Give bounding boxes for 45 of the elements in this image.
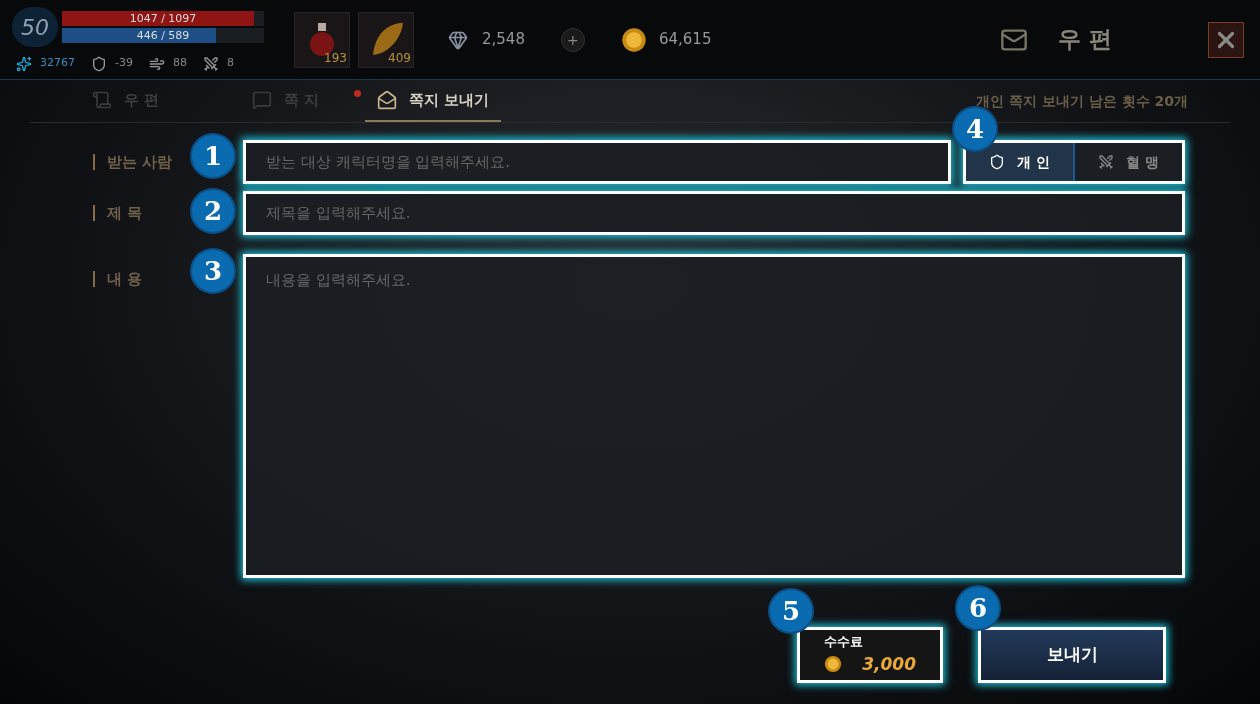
item-count: 409 — [388, 49, 411, 67]
text-field[interactable]: 받는 대상 캐릭터명을 입력해주세요. — [243, 140, 951, 184]
stat-icon — [202, 55, 219, 72]
stat-icon — [16, 55, 32, 72]
close-button[interactable] — [1208, 21, 1244, 58]
text-field[interactable]: 제목을 입력해주세요. — [243, 191, 1185, 235]
chat-bubble-icon — [252, 90, 272, 110]
coin-icon — [824, 655, 842, 674]
item-slot[interactable]: 409 — [358, 11, 414, 68]
fee-label: 수수료 — [824, 633, 863, 651]
health-bar: 1047 / 1097 — [62, 11, 264, 27]
stat-value: 32767 — [40, 55, 75, 72]
callout-number: 3 — [190, 248, 236, 294]
field-label: 제 목 — [107, 202, 143, 224]
callout-number: 2 — [190, 188, 236, 234]
item-count: 193 — [324, 49, 347, 67]
toggle-option[interactable]: 혈 맹 — [1075, 143, 1182, 181]
callout-number: 6 — [955, 585, 1001, 631]
fee-amount: 3,000 — [862, 652, 916, 676]
envelope-icon — [377, 90, 397, 110]
stat-icon — [148, 55, 165, 72]
item-slot[interactable]: 193 — [294, 11, 350, 68]
currency-amount: 64,615 — [658, 29, 712, 51]
crossed-swords-icon — [1098, 154, 1115, 170]
scroll-icon — [92, 90, 112, 110]
stat-value: 88 — [172, 55, 187, 72]
mana-bar: 446 / 589 — [62, 28, 264, 44]
stat-value: -39 — [115, 55, 133, 72]
stat-value: 8 — [226, 55, 234, 72]
diamond-icon — [446, 29, 470, 50]
send-button[interactable]: 보내기 — [978, 627, 1166, 683]
level-badge: 50 — [12, 7, 58, 48]
field-label: 받는 사람 — [107, 151, 173, 173]
callout-number: 5 — [768, 588, 814, 634]
stat-icon — [91, 55, 107, 72]
content-field[interactable]: 내용을 입력해주세요. — [243, 254, 1185, 578]
field-label: 내 용 — [107, 269, 143, 290]
shield-icon — [989, 154, 1006, 170]
coin-icon — [620, 26, 647, 53]
currency-amount: 2,548 — [482, 29, 525, 51]
toggle-option[interactable]: 개 인 — [966, 143, 1075, 181]
add-button[interactable]: + — [560, 27, 585, 52]
callout-number: 1 — [190, 133, 236, 179]
tab[interactable]: 쪽지 보내기 — [365, 80, 502, 122]
window-title: 우 편 — [1058, 25, 1113, 55]
